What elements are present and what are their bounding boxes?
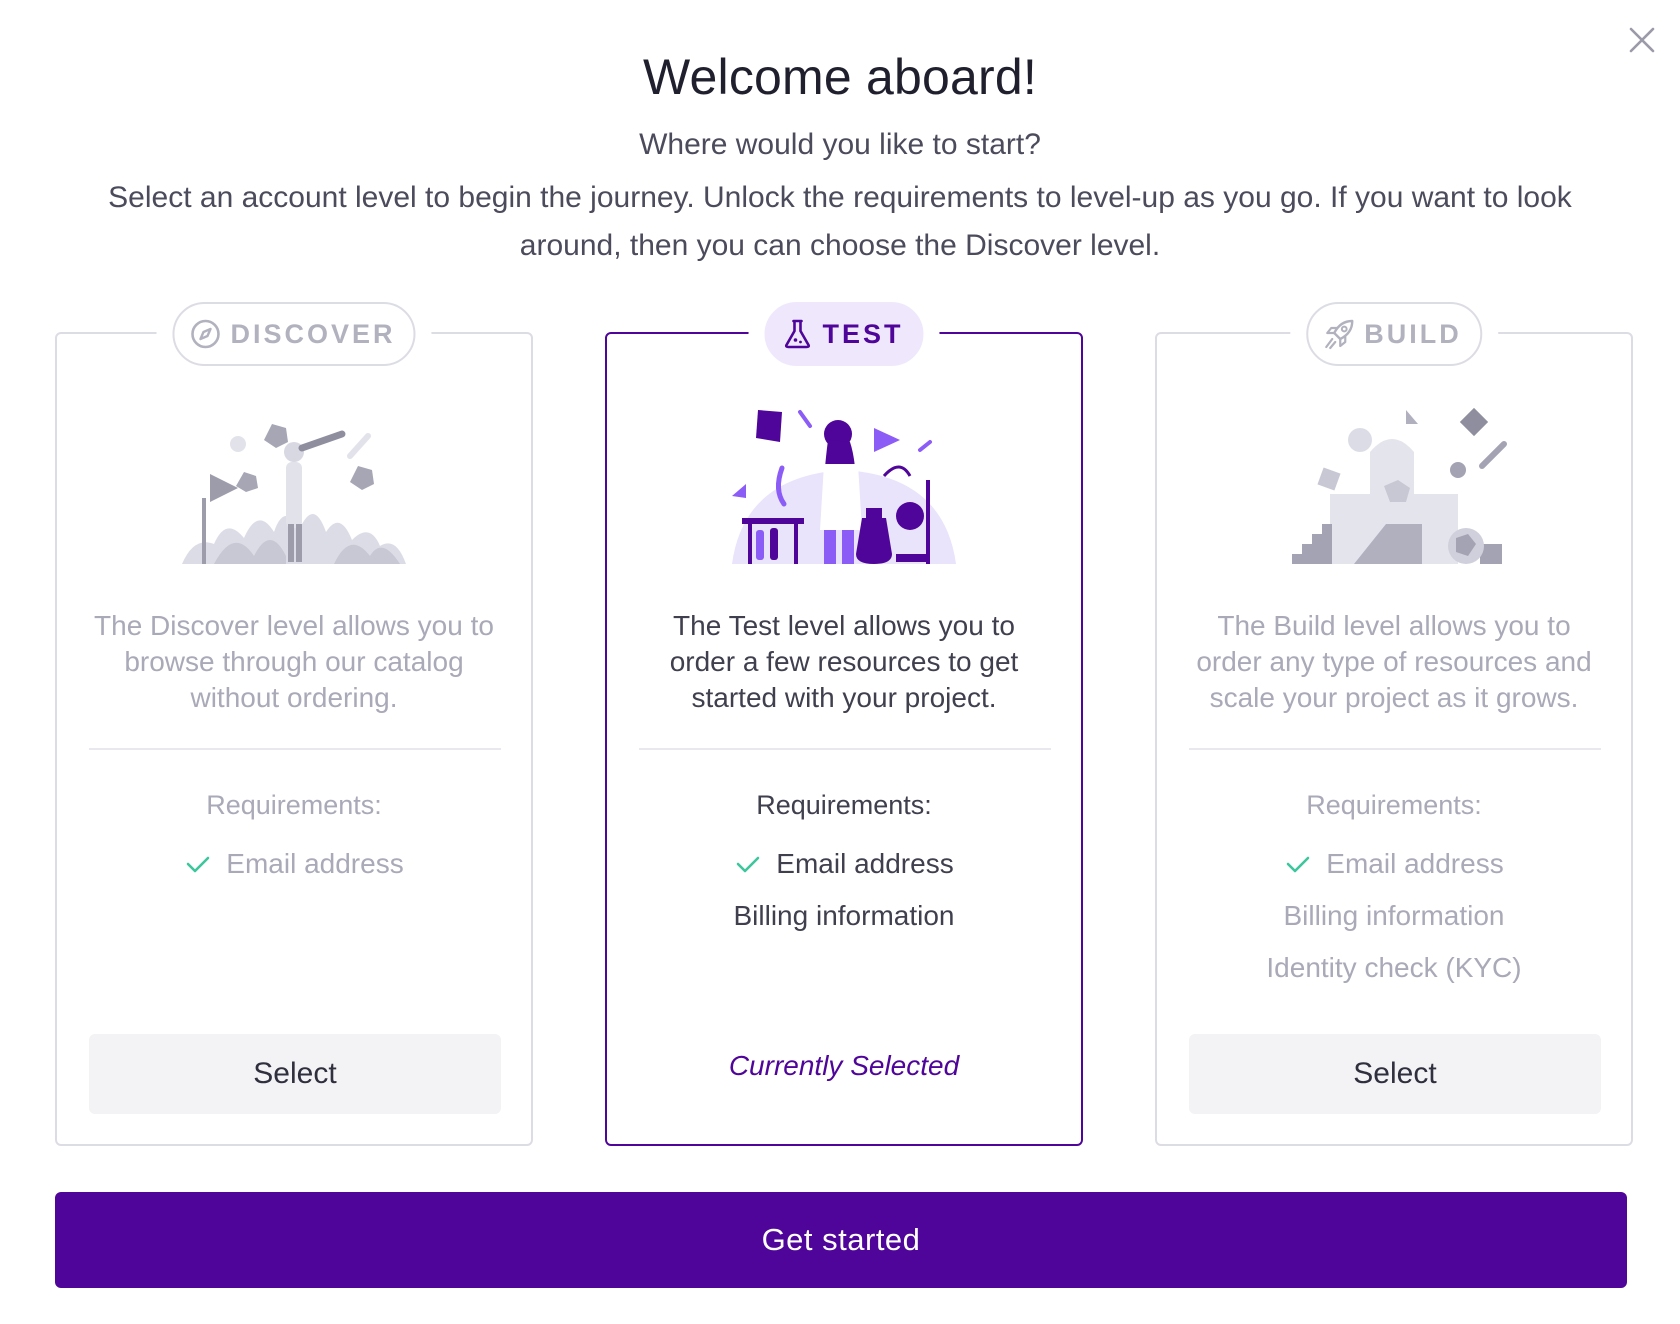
requirements-list: Email address Billing information (607, 838, 1081, 942)
flask-icon (780, 317, 814, 351)
rocket-icon (1322, 317, 1356, 351)
check-icon (734, 850, 762, 878)
level-card-test: TEST The Test level allows you to order … (605, 302, 1083, 1146)
badge-test: TEST (764, 302, 924, 366)
requirements-list: Email address Billing information Identi… (1157, 838, 1631, 994)
discover-illustration (182, 424, 406, 564)
badge-label: BUILD (1364, 318, 1462, 349)
badge-build: BUILD (1306, 302, 1482, 366)
requirement-item: Billing information (1157, 890, 1631, 942)
select-build-button[interactable]: Select (1189, 1034, 1601, 1114)
badge-discover: DISCOVER (172, 302, 416, 366)
requirements-title: Requirements: (206, 790, 382, 820)
check-icon (184, 850, 212, 878)
divider (1189, 748, 1601, 750)
build-illustration (1292, 407, 1507, 564)
level-card-discover: DISCOVER The Discover level allows you t… (55, 302, 533, 1146)
level-description: The Build level allows you to order any … (1196, 610, 1592, 713)
requirement-item: Email address (57, 838, 531, 890)
requirements-list: Email address (57, 838, 531, 890)
currently-selected-label: Currently Selected (728, 1050, 960, 1081)
badge-label: DISCOVER (230, 318, 396, 349)
divider (639, 748, 1051, 750)
requirement-item: Email address (1157, 838, 1631, 890)
requirement-label: Identity check (KYC) (1266, 952, 1522, 983)
modal-subtitle: Where would you like to start? (639, 128, 1041, 161)
divider (89, 748, 501, 750)
get-started-button[interactable]: Get started (55, 1192, 1627, 1288)
level-description: The Test level allows you to order a few… (669, 610, 1019, 713)
requirements-title: Requirements: (1306, 790, 1482, 820)
requirement-item: Billing information (607, 890, 1081, 942)
modal-title: Welcome aboard! (643, 49, 1037, 105)
select-discover-button[interactable]: Select (89, 1034, 501, 1114)
level-card-build: BUILD The Build level allows you to orde… (1155, 302, 1633, 1146)
welcome-modal: Welcome aboard! Where would you like to … (0, 0, 1680, 1324)
check-icon (1284, 850, 1312, 878)
compass-icon (188, 317, 222, 351)
requirement-label: Billing information (1283, 900, 1505, 931)
test-illustration (732, 410, 956, 564)
requirement-label: Email address (776, 848, 954, 879)
requirement-item: Identity check (KYC) (1157, 942, 1631, 994)
requirement-label: Billing information (733, 900, 955, 931)
level-description: The Discover level allows you to browse … (94, 610, 494, 713)
modal-description: Select an account level to begin the jou… (108, 181, 1572, 262)
requirement-label: Email address (1326, 848, 1504, 879)
requirement-item: Email address (607, 838, 1081, 890)
badge-label: TEST (822, 318, 904, 349)
requirements-title: Requirements: (756, 790, 932, 820)
requirement-label: Email address (226, 848, 404, 879)
